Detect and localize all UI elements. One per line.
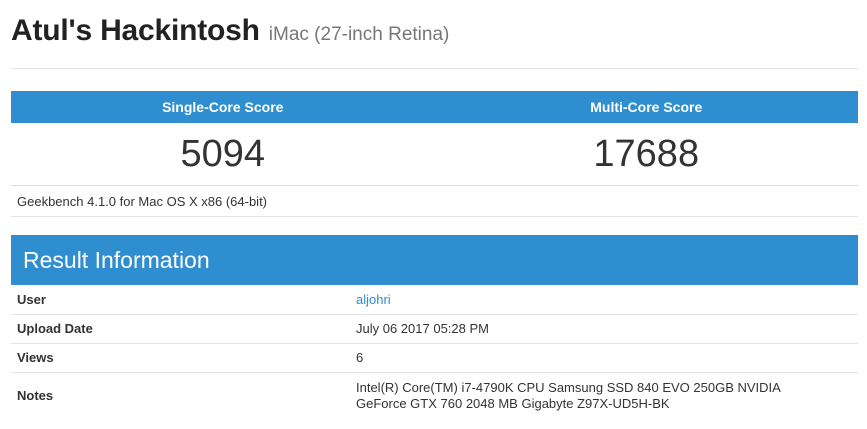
platform-divider <box>11 216 858 217</box>
multi-core-score-value: 17688 <box>593 133 700 175</box>
row-label: Notes <box>17 388 54 404</box>
row-label: Upload Date <box>11 314 350 344</box>
row-label: Views <box>11 343 350 373</box>
notes-text: Intel(R) Core(TM) i7-4790K CPU Samsung S… <box>356 380 781 412</box>
single-core-score-label: Single-Core Score <box>162 99 284 115</box>
result-information-table: User aljohri Upload Date July 06 2017 05… <box>11 285 858 420</box>
table-row-user: User aljohri <box>11 285 858 315</box>
result-information-heading: Result Information <box>11 235 858 285</box>
score-table: Single-Core Score Multi-Core Score 5094 … <box>11 91 858 186</box>
header-divider <box>11 68 858 69</box>
score-table-values: 5094 17688 <box>11 123 858 186</box>
row-value: July 06 2017 05:28 PM <box>350 314 858 344</box>
page-header: Atul's Hackintosh iMac (27-inch Retina) <box>11 14 449 54</box>
platform-info: Geekbench 4.1.0 for Mac OS X x86 (64-bit… <box>17 194 268 209</box>
page-subtitle: iMac (27-inch Retina) <box>268 24 450 45</box>
table-row-notes: Notes Intel(R) Core(TM) i7-4790K CPU Sam… <box>11 372 858 420</box>
row-label: User <box>11 285 350 315</box>
score-table-header: Single-Core Score Multi-Core Score <box>11 91 858 123</box>
page-title: Atul's Hackintosh <box>11 14 260 47</box>
table-row-views: Views 6 <box>11 343 858 373</box>
single-core-score-value: 5094 <box>180 133 266 175</box>
row-value: aljohri <box>350 285 858 315</box>
geekbench-result-page: Atul's Hackintosh iMac (27-inch Retina) … <box>0 0 867 429</box>
result-information-section: Result Information User aljohri Upload D… <box>11 235 858 420</box>
row-value: Intel(R) Core(TM) i7-4790K CPU Samsung S… <box>350 372 858 420</box>
multi-core-score-label: Multi-Core Score <box>590 99 703 115</box>
row-value: 6 <box>350 343 858 373</box>
table-row-upload-date: Upload Date July 06 2017 05:28 PM <box>11 314 858 344</box>
user-link[interactable]: aljohri <box>356 292 391 307</box>
